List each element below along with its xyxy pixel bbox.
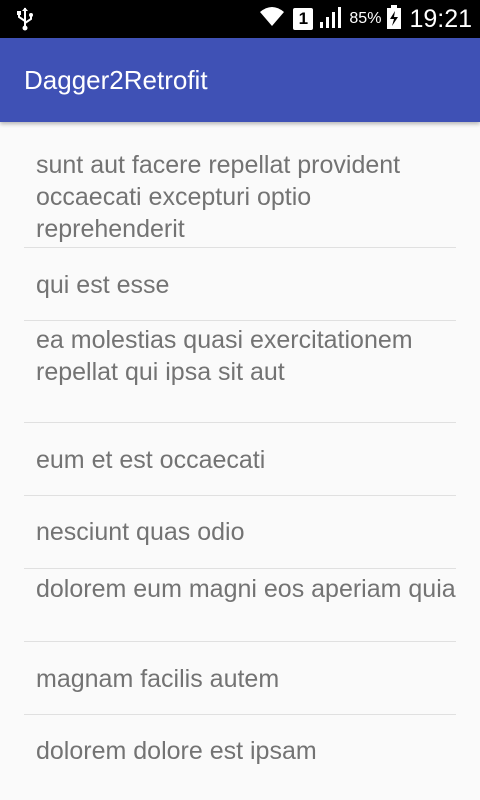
list-item-title: nesciunt quas odio — [36, 518, 245, 546]
list-item[interactable]: sunt aut facere repellat provident occae… — [24, 122, 456, 248]
list-item-title: magnam facilis autem — [36, 665, 280, 693]
list-item-title: ea molestias quasi exercitationem repell… — [36, 326, 413, 386]
signal-icon — [319, 6, 343, 33]
list-item[interactable]: dolorem dolore est ipsam — [24, 715, 456, 800]
post-list[interactable]: sunt aut facere repellat provident occae… — [0, 122, 480, 800]
list-item[interactable]: ea molestias quasi exercitationem repell… — [24, 321, 456, 423]
list-item-title: dolorem dolore est ipsam — [36, 737, 317, 765]
app-title: Dagger2Retrofit — [24, 65, 208, 95]
clock: 19:21 — [409, 4, 472, 33]
list-item[interactable]: eum et est occaecati — [24, 423, 456, 496]
list-item[interactable]: dolorem eum magni eos aperiam quia — [24, 569, 456, 642]
battery-charging-icon — [387, 4, 402, 34]
list-item[interactable]: nesciunt quas odio — [24, 496, 456, 569]
list-item-title: dolorem eum magni eos aperiam quia — [36, 575, 456, 603]
battery-percent: 85% — [349, 10, 382, 27]
sim-indicator: 1 — [293, 8, 314, 30]
app-bar: Dagger2Retrofit — [0, 38, 480, 122]
usb-icon — [14, 7, 36, 31]
list-item[interactable]: qui est esse — [24, 248, 456, 321]
list-item-title: sunt aut facere repellat provident occae… — [36, 151, 401, 243]
list-item[interactable]: magnam facilis autem — [24, 642, 456, 715]
list-item-title: eum et est occaecati — [36, 446, 266, 474]
list-item-title: qui est esse — [36, 271, 170, 299]
status-bar: 1 85% 19:21 — [0, 0, 480, 38]
wifi-icon — [259, 6, 285, 33]
